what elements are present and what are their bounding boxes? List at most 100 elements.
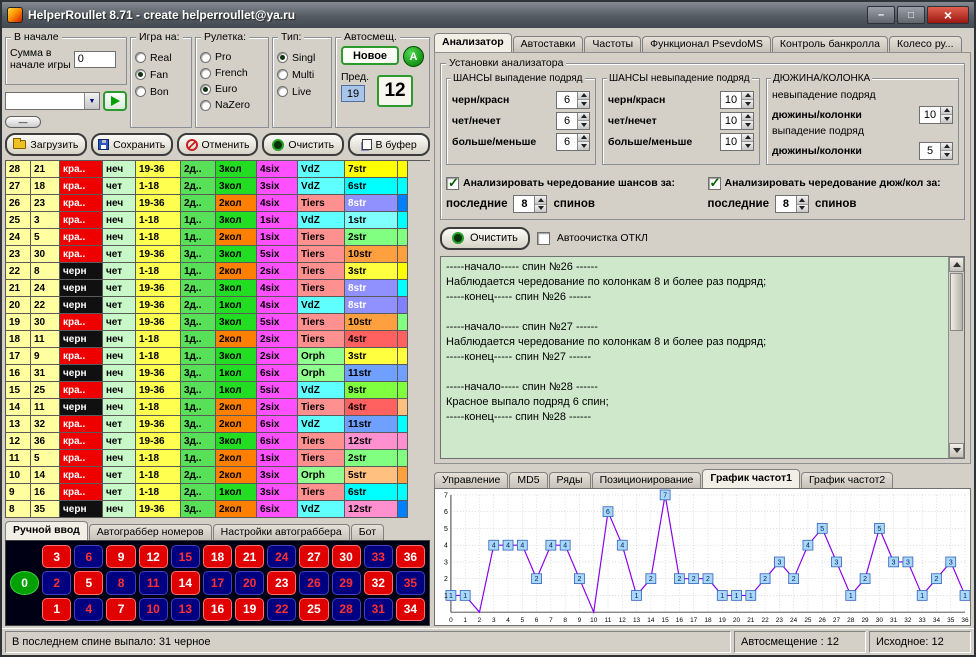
numpad-19[interactable]: 19 xyxy=(235,598,264,621)
numpad-25[interactable]: 25 xyxy=(299,598,328,621)
numpad-20[interactable]: 20 xyxy=(235,571,264,594)
numpad-9[interactable]: 9 xyxy=(106,545,135,568)
spinner-up-icon[interactable] xyxy=(742,92,753,101)
combobox-dropdown-icon[interactable] xyxy=(84,93,99,109)
spinner[interactable]: 10 xyxy=(720,112,754,130)
input-tab-3[interactable]: Бот xyxy=(351,524,384,540)
numpad-24[interactable]: 24 xyxy=(267,545,296,568)
autoclean-checkbox[interactable] xyxy=(537,232,550,245)
spinner-up-icon[interactable] xyxy=(535,196,546,205)
numpad-35[interactable]: 35 xyxy=(396,571,425,594)
spinner[interactable]: 6 xyxy=(556,112,590,130)
numpad-11[interactable]: 11 xyxy=(139,571,168,594)
alternation-checkbox-1[interactable] xyxy=(708,177,721,190)
numpad-27[interactable]: 27 xyxy=(299,545,328,568)
radio-game-real[interactable]: Real xyxy=(135,49,187,66)
numpad-1[interactable]: 1 xyxy=(42,598,71,621)
spinner-down-icon[interactable] xyxy=(535,205,546,213)
collapse-button[interactable] xyxy=(5,116,41,128)
main-tab-3[interactable]: Функционал PsevdoMS xyxy=(642,36,771,52)
spinner[interactable]: 8 xyxy=(775,195,809,213)
toolbar-button-1[interactable]: Сохранить xyxy=(91,133,173,156)
main-tab-1[interactable]: Автоставки xyxy=(513,36,584,52)
numpad-14[interactable]: 14 xyxy=(171,571,200,594)
toolbar-button-4[interactable]: В буфер xyxy=(348,133,430,156)
spinner[interactable]: 10 xyxy=(720,133,754,151)
spinner-up-icon[interactable] xyxy=(578,134,589,143)
play-button[interactable] xyxy=(103,91,127,111)
numpad-31[interactable]: 31 xyxy=(364,598,393,621)
radio-roulette-pro[interactable]: Pro xyxy=(200,49,264,65)
spinner-down-icon[interactable] xyxy=(742,142,753,150)
numpad-33[interactable]: 33 xyxy=(364,545,393,568)
numpad-0[interactable]: 0 xyxy=(10,571,39,594)
toolbar-button-3[interactable]: Очистить xyxy=(262,133,344,156)
numpad-8[interactable]: 8 xyxy=(106,571,135,594)
scroll-up-icon[interactable] xyxy=(949,257,964,272)
chart-tab-5[interactable]: График частот2 xyxy=(801,472,893,488)
numpad-15[interactable]: 15 xyxy=(171,545,200,568)
numpad-3[interactable]: 3 xyxy=(42,545,71,568)
spinner-up-icon[interactable] xyxy=(742,113,753,122)
radio-type-live[interactable]: Live xyxy=(277,83,327,100)
spinner-down-icon[interactable] xyxy=(941,115,952,123)
radio-game-fan[interactable]: Fan xyxy=(135,66,187,83)
spinner-up-icon[interactable] xyxy=(941,143,952,152)
log-scrollbar[interactable] xyxy=(948,257,964,458)
numpad-12[interactable]: 12 xyxy=(139,545,168,568)
numpad-28[interactable]: 28 xyxy=(332,598,361,621)
spinner[interactable]: 8 xyxy=(513,195,547,213)
close-button[interactable] xyxy=(927,6,969,24)
main-tab-5[interactable]: Колесо ру... xyxy=(889,36,962,52)
radio-roulette-french[interactable]: French xyxy=(200,65,264,81)
clear-button[interactable]: Очистить xyxy=(440,227,530,250)
alternation-checkbox-0[interactable] xyxy=(446,177,459,190)
numpad-32[interactable]: 32 xyxy=(364,571,393,594)
history-combobox[interactable] xyxy=(5,92,100,110)
new-button[interactable]: Новое xyxy=(341,46,399,65)
start-sum-input[interactable] xyxy=(74,51,116,68)
maximize-button[interactable] xyxy=(897,6,925,24)
radio-roulette-nazero[interactable]: NaZero xyxy=(200,97,264,113)
numpad-36[interactable]: 36 xyxy=(396,545,425,568)
main-tab-4[interactable]: Контроль банкролла xyxy=(772,36,888,52)
numpad-34[interactable]: 34 xyxy=(396,598,425,621)
spinner-down-icon[interactable] xyxy=(578,121,589,129)
chart-tab-3[interactable]: Позиционирование xyxy=(592,472,702,488)
scroll-down-icon[interactable] xyxy=(949,443,964,458)
numpad-22[interactable]: 22 xyxy=(267,598,296,621)
spinner[interactable]: 10 xyxy=(720,91,754,109)
autoshift-badge[interactable]: A xyxy=(403,46,424,67)
spinner-up-icon[interactable] xyxy=(578,92,589,101)
numpad-13[interactable]: 13 xyxy=(171,598,200,621)
radio-type-singl[interactable]: Singl xyxy=(277,49,327,66)
spinner-down-icon[interactable] xyxy=(742,100,753,108)
numpad-2[interactable]: 2 xyxy=(42,571,71,594)
spinner-up-icon[interactable] xyxy=(742,134,753,143)
chart-tab-1[interactable]: MD5 xyxy=(509,472,547,488)
spinner-down-icon[interactable] xyxy=(578,142,589,150)
spinner-down-icon[interactable] xyxy=(578,100,589,108)
spinner[interactable]: 6 xyxy=(556,133,590,151)
chart-tab-0[interactable]: Управление xyxy=(434,472,508,488)
chart-tab-2[interactable]: Ряды xyxy=(549,472,591,488)
spinner[interactable]: 10 xyxy=(919,106,953,124)
spinner-up-icon[interactable] xyxy=(941,107,952,116)
numpad-23[interactable]: 23 xyxy=(267,571,296,594)
toolbar-button-2[interactable]: Отменить xyxy=(177,133,259,156)
numpad-7[interactable]: 7 xyxy=(106,598,135,621)
numpad-29[interactable]: 29 xyxy=(332,571,361,594)
spinner-up-icon[interactable] xyxy=(578,113,589,122)
spinner-down-icon[interactable] xyxy=(742,121,753,129)
toolbar-button-0[interactable]: Загрузить xyxy=(5,133,87,156)
input-tab-0[interactable]: Ручной ввод xyxy=(5,521,88,540)
numpad-6[interactable]: 6 xyxy=(74,545,103,568)
main-tab-0[interactable]: Анализатор xyxy=(434,33,512,52)
minimize-button[interactable] xyxy=(867,6,895,24)
titlebar[interactable]: HelperRoullet 8.71 - create helperroulle… xyxy=(2,2,974,28)
input-tab-1[interactable]: Автограббер номеров xyxy=(89,524,212,540)
numpad-5[interactable]: 5 xyxy=(74,571,103,594)
numpad-18[interactable]: 18 xyxy=(203,545,232,568)
numpad-16[interactable]: 16 xyxy=(203,598,232,621)
chart-tab-4[interactable]: График частот1 xyxy=(702,469,800,488)
